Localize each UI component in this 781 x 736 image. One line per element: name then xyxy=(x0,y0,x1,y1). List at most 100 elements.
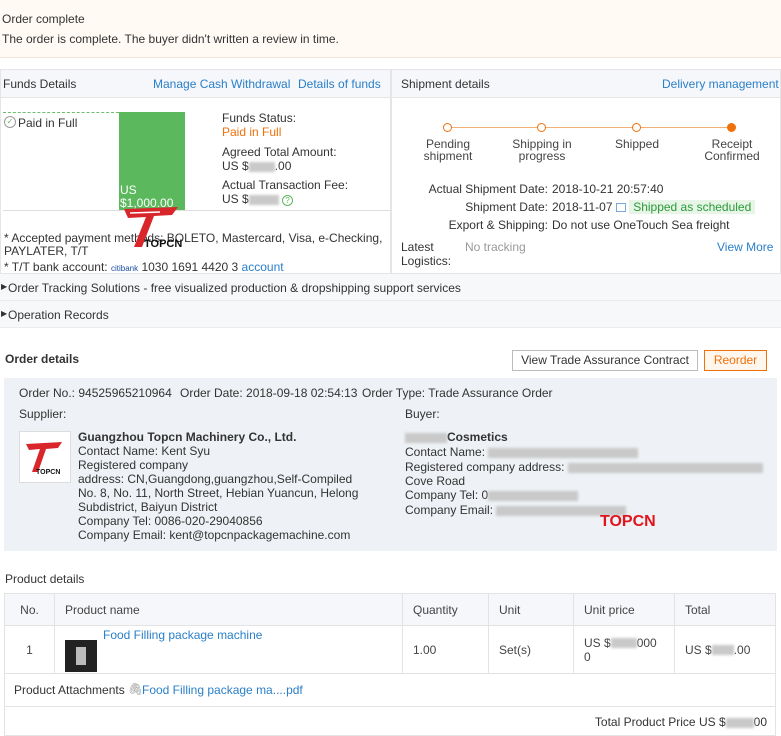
product-thumbnail[interactable] xyxy=(65,639,97,672)
agreed-total-suffix: .00 xyxy=(274,159,292,173)
bank-account-row: * T/T bank account: citibank 1030 1691 4… xyxy=(4,260,284,274)
agreed-total-prefix: US $ xyxy=(222,159,249,173)
total-prefix: US $ xyxy=(698,715,726,729)
total-product-price: Total Product Price US $ 00 xyxy=(595,715,767,729)
export-shipping-value: Do not use OneTouch Sea freight xyxy=(552,218,730,232)
step-dot-shipped xyxy=(632,123,641,132)
row-no: 1 xyxy=(4,625,55,674)
buyer-tel: Company Tel: 0 xyxy=(405,488,579,502)
bank-account-number: 1030 1691 4420 3 xyxy=(141,260,239,274)
row-total-prefix: US $ xyxy=(685,642,712,657)
col-unit-price: Unit price xyxy=(573,593,675,626)
order-date: Order Date: 2018-09-18 02:54:13 xyxy=(180,386,358,400)
attachments-row: Product Attachments 🖇 Food Filling packa… xyxy=(4,674,776,707)
banner-message: The order is complete. The buyer didn't … xyxy=(2,32,339,46)
buyer-registered: Registered company address: xyxy=(405,460,763,474)
funds-header: Funds Details Manage Cash Withdrawal Det… xyxy=(1,70,390,98)
shipment-header: Shipment details Delivery management xyxy=(392,70,780,98)
view-more-link[interactable]: View More xyxy=(717,240,773,254)
paperclip-icon: 🖇 xyxy=(128,682,144,696)
paid-line xyxy=(3,112,119,113)
order-complete-banner: Order complete The order is complete. Th… xyxy=(0,0,781,58)
topcn-logo-icon: TOPCN xyxy=(124,207,182,250)
transaction-fee-label: Actual Transaction Fee: xyxy=(222,178,349,192)
col-unit: Unit xyxy=(488,593,574,626)
check-circle-icon: ✓ xyxy=(4,116,16,128)
banner-title: Order complete xyxy=(2,12,85,26)
delivery-management-link[interactable]: Delivery management xyxy=(662,77,779,91)
product-table: No. Product name Quantity Unit Unit pric… xyxy=(4,593,776,674)
blurred-address xyxy=(567,462,763,473)
step-label-confirmed: Receipt Confirmed xyxy=(704,137,760,163)
buyer-road: Cove Road xyxy=(405,474,466,488)
view-trade-assurance-contract-button[interactable]: View Trade Assurance Contract xyxy=(512,350,698,371)
progress-line-3 xyxy=(641,127,728,128)
buyer-email-label: Company Email: xyxy=(405,503,494,517)
product-name-link[interactable]: Food Filling package machine xyxy=(103,628,262,642)
unit-price-tail: 0 xyxy=(584,649,591,664)
attachment-file-link[interactable]: Food Filling package ma....pdf xyxy=(142,683,303,697)
latest-logistics-value: No tracking xyxy=(465,240,526,254)
funds-status-value: Paid in Full xyxy=(222,125,282,139)
operation-records-bar[interactable]: ▶ Operation Records xyxy=(0,301,781,328)
reorder-button[interactable]: Reorder xyxy=(704,350,767,371)
bank-account-label: * T/T bank account: xyxy=(4,260,108,274)
shipment-date-label: Shipment Date: xyxy=(465,200,548,214)
supplier-email: Company Email: kent@topcnpackagemachine.… xyxy=(78,528,351,542)
supplier-logo-icon: TOPCN xyxy=(26,442,62,476)
row-total-suffix: .00 xyxy=(733,642,751,657)
row-total: US $ .00 xyxy=(674,625,776,674)
topcn-stamp: TOPCN xyxy=(600,513,656,530)
progress-line-2 xyxy=(546,127,633,128)
shipment-date-value: 2018-11-07 xyxy=(552,200,613,214)
buyer-contact-label: Contact Name: xyxy=(405,445,486,459)
row-quantity: 1.00 xyxy=(402,625,489,674)
step-label-shipped: Shipped xyxy=(614,137,660,151)
paid-in-full-label: Paid in Full xyxy=(18,116,78,130)
order-type: Order Type: Trade Assurance Order xyxy=(362,386,553,400)
blurred-grand-total xyxy=(725,717,754,728)
shipped-as-scheduled-badge: Shipped as scheduled xyxy=(629,200,756,214)
blurred-tel xyxy=(488,490,579,501)
attachments-label: Product Attachments xyxy=(14,683,125,697)
funds-title: Funds Details xyxy=(3,77,77,91)
order-tracking-bar[interactable]: ▶ Order Tracking Solutions - free visual… xyxy=(0,274,781,301)
citibank-logo: citibank xyxy=(110,264,139,273)
row-product-cell: Food Filling package machine xyxy=(54,625,403,674)
funds-status-label: Funds Status: xyxy=(222,111,297,125)
supplier-name: Guangzhou Topcn Machinery Co., Ltd. xyxy=(78,430,297,444)
step-label-pending: Pending shipment xyxy=(423,137,473,163)
blurred-unit-price xyxy=(610,638,637,649)
details-of-funds-link[interactable]: Details of funds xyxy=(298,77,381,91)
col-product-name: Product name xyxy=(54,593,403,626)
table-row: 1 Food Filling package machine 1.00 Set(… xyxy=(4,625,776,674)
shipment-title: Shipment details xyxy=(401,77,490,91)
operation-records-text: Operation Records xyxy=(8,308,109,322)
blurred-total xyxy=(711,645,734,656)
help-icon[interactable]: ? xyxy=(282,195,294,206)
table-header-row: No. Product name Quantity Unit Unit pric… xyxy=(4,593,776,626)
supplier-tel: Company Tel: 0086-020-29040856 xyxy=(78,514,263,528)
caret-right-icon: ▶ xyxy=(1,309,8,318)
agreed-total-value: US $ .00 xyxy=(222,159,291,173)
order-number: Order No.: 94525965210964 xyxy=(19,386,172,400)
actual-shipment-date-value: 2018-10-21 20:57:40 xyxy=(552,182,664,196)
buyer-label: Buyer: xyxy=(405,407,440,421)
total-product-price-label: Total Product Price xyxy=(594,715,696,729)
blurred-amount xyxy=(248,161,275,172)
export-shipping-label: Export & Shipping: xyxy=(448,218,548,232)
actual-shipment-date-label: Actual Shipment Date: xyxy=(428,182,548,196)
topcn-logo-text: TOPCN xyxy=(144,238,182,250)
col-quantity: Quantity xyxy=(402,593,489,626)
supplier-label: Supplier: xyxy=(19,407,67,421)
paid-amount-bar: US $1,000.00 xyxy=(119,112,185,210)
unit-price-suffix: 000 xyxy=(636,635,657,650)
latest-logistics-label: Latest Logistics: xyxy=(401,240,452,268)
col-no: No. xyxy=(4,593,55,626)
buyer-registered-label: Registered company address: xyxy=(405,460,565,474)
transaction-fee-value: US $ ? xyxy=(222,192,294,206)
manage-cash-withdrawal-link[interactable]: Manage Cash Withdrawal xyxy=(153,77,290,91)
buyer-name-suffix: Cosmetics xyxy=(447,430,508,444)
bank-account-link[interactable]: account xyxy=(242,260,284,274)
blurred-buyer-name xyxy=(405,432,447,443)
